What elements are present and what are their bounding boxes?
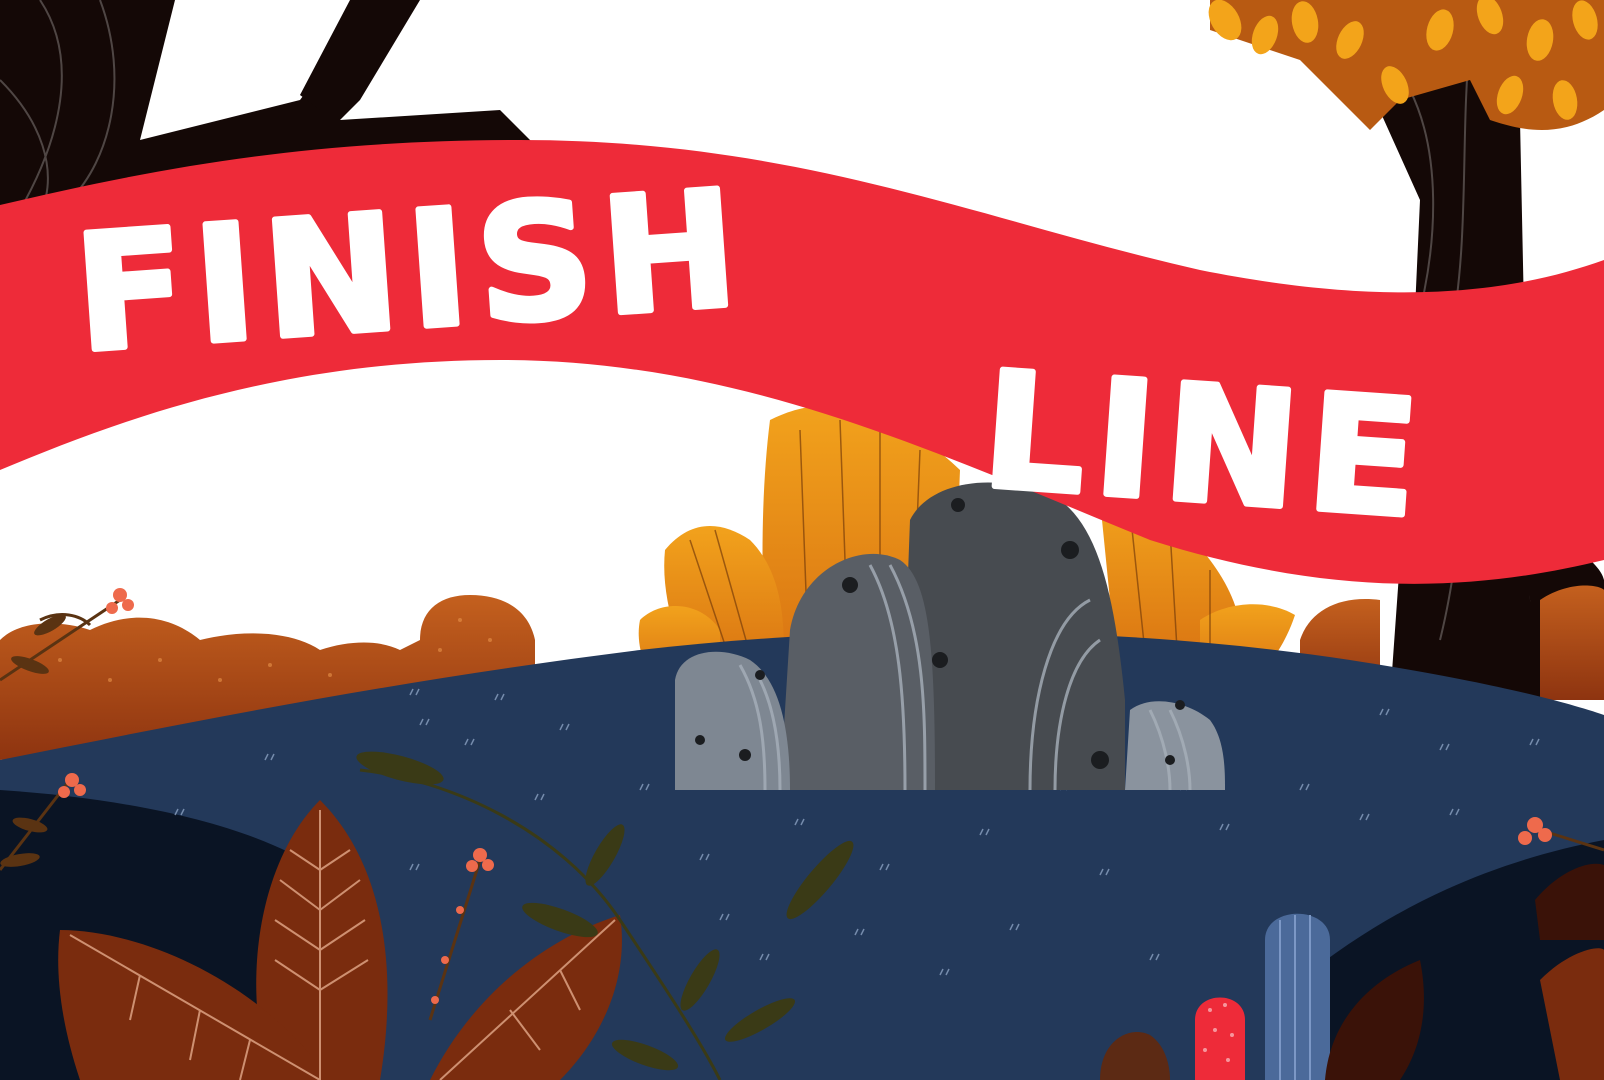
- scene-artwork: FINISH LINE: [0, 0, 1604, 1080]
- banner-word-line: LINE: [977, 336, 1434, 554]
- game-scene: FINISH LINE: [0, 0, 1604, 1080]
